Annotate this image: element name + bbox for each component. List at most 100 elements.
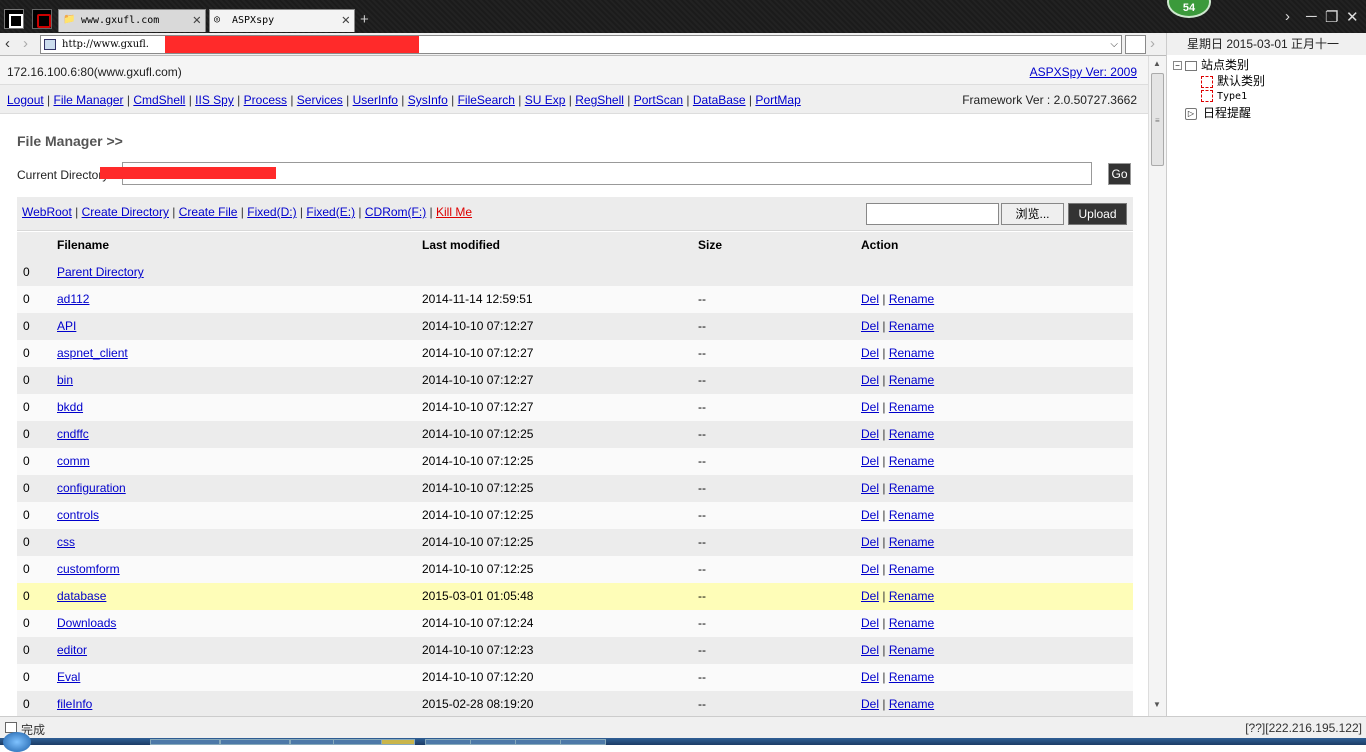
folder-link[interactable]: cndffc bbox=[57, 421, 89, 448]
tree-reminder[interactable]: ▷ 日程提醒 bbox=[1173, 105, 1265, 121]
del-link[interactable]: Del bbox=[861, 346, 879, 360]
folder-link[interactable]: ad112 bbox=[57, 286, 89, 313]
del-link[interactable]: Del bbox=[861, 643, 879, 657]
del-link[interactable]: Del bbox=[861, 454, 879, 468]
folder-link[interactable]: css bbox=[57, 529, 75, 556]
rename-link[interactable]: Rename bbox=[889, 562, 934, 576]
nav-portscan[interactable]: PortScan bbox=[634, 93, 683, 107]
folder-link[interactable]: comm bbox=[57, 448, 90, 475]
taskbar-button[interactable] bbox=[381, 739, 415, 745]
start-button[interactable] bbox=[3, 732, 31, 752]
del-link[interactable]: Del bbox=[861, 373, 879, 387]
del-link[interactable]: Del bbox=[861, 292, 879, 306]
del-link[interactable]: Del bbox=[861, 508, 879, 522]
folder-link[interactable]: bkdd bbox=[57, 394, 83, 421]
scroll-down-icon[interactable]: ▼ bbox=[1153, 700, 1161, 709]
rename-link[interactable]: Rename bbox=[889, 346, 934, 360]
create-directory-link[interactable]: Create Directory bbox=[82, 205, 169, 219]
rename-link[interactable]: Rename bbox=[889, 643, 934, 657]
search-input[interactable] bbox=[1125, 35, 1146, 54]
forward-icon[interactable]: › bbox=[23, 35, 28, 52]
browser-menu-icon[interactable] bbox=[4, 9, 24, 29]
del-link[interactable]: Del bbox=[861, 562, 879, 576]
nav-filesearch[interactable]: FileSearch bbox=[458, 93, 515, 107]
folder-link[interactable]: aspnet_client bbox=[57, 340, 128, 367]
create-file-link[interactable]: Create File bbox=[179, 205, 238, 219]
rename-link[interactable]: Rename bbox=[889, 589, 934, 603]
folder-link[interactable]: editor bbox=[57, 637, 87, 664]
version-link[interactable]: ASPXSpy Ver: 2009 bbox=[1030, 65, 1137, 79]
nav-su-exp[interactable]: SU Exp bbox=[525, 93, 566, 107]
chevron-right-icon[interactable]: › bbox=[1285, 8, 1290, 25]
del-link[interactable]: Del bbox=[861, 400, 879, 414]
rename-link[interactable]: Rename bbox=[889, 508, 934, 522]
nav-logout[interactable]: Logout bbox=[7, 93, 44, 107]
folder-link[interactable]: bin bbox=[57, 367, 73, 394]
del-link[interactable]: Del bbox=[861, 616, 879, 630]
go-forward-icon[interactable]: › bbox=[1150, 35, 1155, 52]
rename-link[interactable]: Rename bbox=[889, 427, 934, 441]
tree-root[interactable]: − 站点类别 bbox=[1173, 57, 1265, 73]
tab-gxufl[interactable]: 📁 www.gxufl.com ✕ bbox=[58, 9, 206, 32]
del-link[interactable]: Del bbox=[861, 319, 879, 333]
chevron-down-icon[interactable]: ⌵ bbox=[1110, 36, 1118, 53]
nav-iis-spy[interactable]: IIS Spy bbox=[195, 93, 234, 107]
parent-directory-link[interactable]: Parent Directory bbox=[57, 259, 144, 286]
browse-button[interactable]: 浏览... bbox=[1001, 203, 1064, 225]
rename-link[interactable]: Rename bbox=[889, 697, 934, 711]
close-icon[interactable]: ✕ bbox=[193, 10, 201, 31]
kill-me-link[interactable]: Kill Me bbox=[436, 205, 472, 219]
nav-cmdshell[interactable]: CmdShell bbox=[133, 93, 185, 107]
new-tab-button[interactable]: + bbox=[360, 11, 369, 28]
rename-link[interactable]: Rename bbox=[889, 373, 934, 387]
nav-database[interactable]: DataBase bbox=[693, 93, 746, 107]
vertical-scrollbar[interactable]: ▲ ≡ ▼ bbox=[1148, 56, 1166, 716]
collapse-icon[interactable]: − bbox=[1173, 61, 1182, 71]
nav-file-manager[interactable]: File Manager bbox=[54, 93, 124, 107]
folder-link[interactable]: Eval bbox=[57, 664, 80, 691]
nav-regshell[interactable]: RegShell bbox=[575, 93, 624, 107]
drive-f-link[interactable]: CDRom(F:) bbox=[365, 205, 426, 219]
nav-portmap[interactable]: PortMap bbox=[755, 93, 800, 107]
nav-process[interactable]: Process bbox=[244, 93, 287, 107]
restore-icon[interactable]: ❐ bbox=[1325, 8, 1338, 26]
go-button[interactable]: Go bbox=[1108, 163, 1131, 185]
back-icon[interactable]: ‹ bbox=[5, 35, 10, 52]
nav-userinfo[interactable]: UserInfo bbox=[353, 93, 398, 107]
tree-item-type1[interactable]: Type1 bbox=[1173, 89, 1265, 105]
url-input[interactable]: http://www.gxufl. ⌵ bbox=[40, 35, 1122, 54]
rename-link[interactable]: Rename bbox=[889, 319, 934, 333]
folder-link[interactable]: customform bbox=[57, 556, 120, 583]
taskbar-button[interactable] bbox=[150, 739, 220, 745]
rename-link[interactable]: Rename bbox=[889, 535, 934, 549]
rename-link[interactable]: Rename bbox=[889, 292, 934, 306]
folder-link[interactable]: database bbox=[57, 583, 106, 610]
rename-link[interactable]: Rename bbox=[889, 670, 934, 684]
del-link[interactable]: Del bbox=[861, 481, 879, 495]
nav-sysinfo[interactable]: SysInfo bbox=[408, 93, 448, 107]
del-link[interactable]: Del bbox=[861, 589, 879, 603]
rename-link[interactable]: Rename bbox=[889, 454, 934, 468]
close-window-icon[interactable]: ✕ bbox=[1346, 8, 1359, 26]
tree-item-default[interactable]: 默认类别 bbox=[1173, 73, 1265, 89]
folder-link[interactable]: API bbox=[57, 313, 76, 340]
nav-services[interactable]: Services bbox=[297, 93, 343, 107]
del-link[interactable]: Del bbox=[861, 670, 879, 684]
upload-button[interactable]: Upload bbox=[1068, 203, 1127, 225]
del-link[interactable]: Del bbox=[861, 535, 879, 549]
tab-aspxspy[interactable]: ◎ ASPXspy ✕ bbox=[209, 9, 355, 32]
minimize-icon[interactable]: ─ bbox=[1306, 8, 1317, 25]
folder-link[interactable]: controls bbox=[57, 502, 99, 529]
taskbar-button[interactable] bbox=[560, 739, 606, 745]
drive-d-link[interactable]: Fixed(D:) bbox=[247, 205, 296, 219]
rename-link[interactable]: Rename bbox=[889, 481, 934, 495]
rename-link[interactable]: Rename bbox=[889, 400, 934, 414]
notification-badge[interactable]: 54 bbox=[1167, 0, 1211, 18]
upload-file-input[interactable] bbox=[866, 203, 999, 225]
del-link[interactable]: Del bbox=[861, 427, 879, 441]
del-link[interactable]: Del bbox=[861, 697, 879, 711]
drive-e-link[interactable]: Fixed(E:) bbox=[306, 205, 355, 219]
app-logo-icon[interactable] bbox=[32, 9, 52, 29]
folder-link[interactable]: fileInfo bbox=[57, 691, 92, 716]
rename-link[interactable]: Rename bbox=[889, 616, 934, 630]
